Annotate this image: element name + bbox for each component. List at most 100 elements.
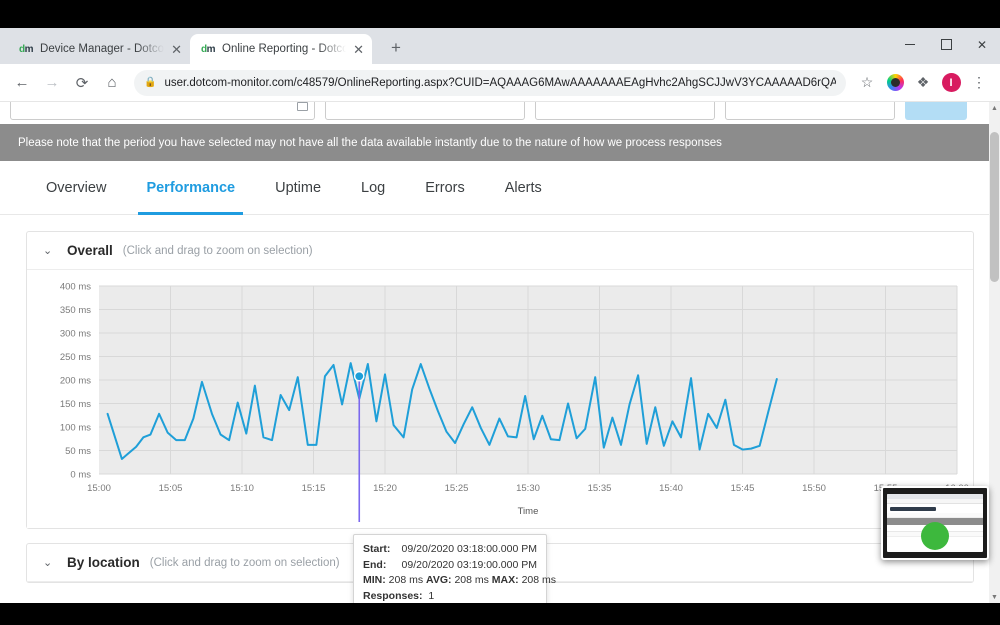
filter-select-2[interactable]	[325, 102, 525, 120]
tab-favicon-dm: dm	[19, 43, 34, 55]
reload-icon[interactable]: ⟳	[68, 69, 96, 97]
svg-text:15:10: 15:10	[230, 483, 254, 494]
tab-alerts[interactable]: Alerts	[485, 161, 562, 215]
tooltip-stats-row: MIN: 208 ms AVG: 208 ms MAX: 208 ms	[363, 573, 556, 589]
tooltip-responses-label: Responses:	[363, 589, 423, 602]
calendar-icon	[297, 102, 308, 111]
overall-chart[interactable]: 0 ms 50 ms 100 ms 150 ms 200 ms 250 ms 300 ms 3…	[27, 270, 973, 603]
tab-title: Device Manager - Dotcom-Moni	[40, 43, 165, 55]
svg-text:15:45: 15:45	[731, 483, 755, 494]
apply-filter-button[interactable]	[905, 102, 967, 120]
report-nav-tabs: Overview Performance Uptime Log Errors A…	[0, 161, 1000, 215]
svg-text:100 ms: 100 ms	[60, 423, 91, 434]
profile-avatar[interactable]: I	[938, 70, 964, 96]
tooltip-start-row: Start: 09/20/2020 03:18:00.000 PM	[363, 542, 537, 558]
browser-tab-online-reporting[interactable]: dm Online Reporting - Dotcom-Mon ✕	[190, 34, 372, 64]
tooltip-max-value: 208 ms	[521, 574, 556, 586]
tab-favicon-dm: dm	[201, 43, 216, 55]
tooltip-end-value: 09/20/2020 03:19:00.000 PM	[401, 558, 537, 571]
svg-text:15:20: 15:20	[373, 483, 397, 494]
forward-icon[interactable]: →	[38, 69, 66, 97]
svg-text:350 ms: 350 ms	[60, 305, 91, 316]
browser-tab-device-manager[interactable]: dm Device Manager - Dotcom-Moni ✕	[8, 34, 190, 64]
tooltip-start-value: 09/20/2020 03:18:00.000 PM	[401, 543, 537, 555]
tooltip-min-label: MIN:	[363, 574, 386, 586]
overall-title: Overall	[67, 243, 113, 258]
color-extension-icon[interactable]	[882, 70, 908, 96]
tooltip-max-label: MAX:	[491, 574, 519, 586]
browser-toolbar: ← → ⟳ ⌂ 🔒 user.dotcom-monitor.com/c48579…	[0, 64, 1000, 102]
browser-window: dm Device Manager - Dotcom-Moni ✕ dm Onl…	[0, 28, 1000, 603]
svg-text:200 ms: 200 ms	[60, 376, 91, 387]
svg-text:50 ms: 50 ms	[65, 446, 91, 457]
overall-hint: (Click and drag to zoom on selection)	[122, 244, 313, 257]
by-location-hint: (Click and drag to zoom on selection)	[149, 556, 340, 569]
svg-text:15:30: 15:30	[516, 483, 540, 494]
tooltip-min-value: 208 ms	[388, 574, 424, 586]
svg-text:15:25: 15:25	[445, 483, 469, 494]
tab-close-icon[interactable]: ✕	[353, 43, 364, 56]
by-location-title: By location	[67, 555, 140, 570]
extensions-puzzle-icon[interactable]: ❖	[910, 70, 936, 96]
filter-select-3[interactable]	[535, 102, 715, 120]
chrome-menu-icon[interactable]: ⋮	[966, 70, 992, 96]
chart-tooltip: Start: 09/20/2020 03:18:00.000 PM End: 0…	[353, 534, 556, 604]
svg-text:300 ms: 300 ms	[60, 329, 91, 340]
date-range-input[interactable]	[10, 102, 315, 120]
address-bar[interactable]: 🔒 user.dotcom-monitor.com/c48579/OnlineR…	[134, 69, 846, 96]
scrollbar-thumb[interactable]	[990, 132, 999, 282]
screen: dm Device Manager - Dotcom-Moni ✕ dm Onl…	[0, 0, 1000, 625]
tooltip-start-label: Start:	[363, 543, 391, 555]
svg-text:15:50: 15:50	[802, 483, 826, 494]
bookmark-star-icon[interactable]: ☆	[854, 70, 880, 96]
back-icon[interactable]: ←	[8, 69, 36, 97]
lock-icon: 🔒	[144, 77, 157, 88]
overall-section-header[interactable]: ⌄ Overall (Click and drag to zoom on sel…	[27, 232, 973, 270]
filter-select-4[interactable]	[725, 102, 895, 120]
maximize-button[interactable]	[928, 28, 964, 61]
scroll-down-arrow[interactable]: ▼	[989, 591, 1000, 603]
green-status-circle	[921, 522, 949, 550]
page-content: Please note that the period you have sel…	[0, 102, 1000, 603]
notice-text: Please note that the period you have sel…	[18, 136, 722, 149]
performance-line-chart[interactable]: 0 ms 50 ms 100 ms 150 ms 200 ms 250 ms 300 ms 3…	[27, 276, 973, 526]
svg-text:15:35: 15:35	[588, 483, 612, 494]
screen-share-thumbnail[interactable]	[881, 486, 989, 560]
tab-overview[interactable]: Overview	[26, 161, 126, 215]
close-window-button[interactable]: ✕	[964, 28, 1000, 61]
svg-text:15:00: 15:00	[87, 483, 111, 494]
svg-text:150 ms: 150 ms	[60, 399, 91, 410]
tab-log[interactable]: Log	[341, 161, 405, 215]
tooltip-responses-row: Responses: 1	[363, 589, 537, 604]
overall-section: ⌄ Overall (Click and drag to zoom on sel…	[26, 231, 974, 603]
tab-uptime[interactable]: Uptime	[255, 161, 341, 215]
svg-text:Time: Time	[518, 506, 539, 517]
tooltip-responses-value: 1	[428, 589, 435, 602]
tab-performance[interactable]: Performance	[126, 161, 255, 215]
svg-text:15:15: 15:15	[302, 483, 326, 494]
minimize-button[interactable]	[892, 28, 928, 61]
svg-text:15:05: 15:05	[159, 483, 183, 494]
window-controls: ✕	[892, 28, 1000, 64]
home-icon[interactable]: ⌂	[98, 69, 126, 97]
svg-text:0 ms: 0 ms	[70, 470, 91, 481]
tooltip-avg-label: AVG:	[426, 574, 452, 586]
tooltip-avg-value: 208 ms	[454, 574, 489, 586]
page-scrollbar[interactable]: ▲ ▼	[989, 102, 1000, 603]
report-body: ⌄ Overall (Click and drag to zoom on sel…	[0, 215, 1000, 603]
scroll-up-arrow[interactable]: ▲	[989, 102, 1000, 114]
url-text: user.dotcom-monitor.com/c48579/OnlineRep…	[164, 76, 836, 89]
chevron-down-icon[interactable]: ⌄	[43, 556, 57, 569]
svg-text:250 ms: 250 ms	[60, 352, 91, 363]
tab-title: Online Reporting - Dotcom-Mon	[222, 43, 347, 55]
tab-close-icon[interactable]: ✕	[171, 43, 182, 56]
svg-text:15:40: 15:40	[659, 483, 683, 494]
browser-tab-strip: dm Device Manager - Dotcom-Moni ✕ dm Onl…	[0, 28, 1000, 64]
tooltip-end-row: End: 09/20/2020 03:19:00.000 PM	[363, 558, 537, 574]
report-filter-bar	[0, 102, 1000, 124]
notice-banner: Please note that the period you have sel…	[0, 124, 1000, 161]
tooltip-end-label: End:	[363, 558, 387, 571]
chevron-down-icon[interactable]: ⌄	[43, 244, 57, 257]
new-tab-button[interactable]: +	[382, 34, 410, 62]
tab-errors[interactable]: Errors	[405, 161, 484, 215]
